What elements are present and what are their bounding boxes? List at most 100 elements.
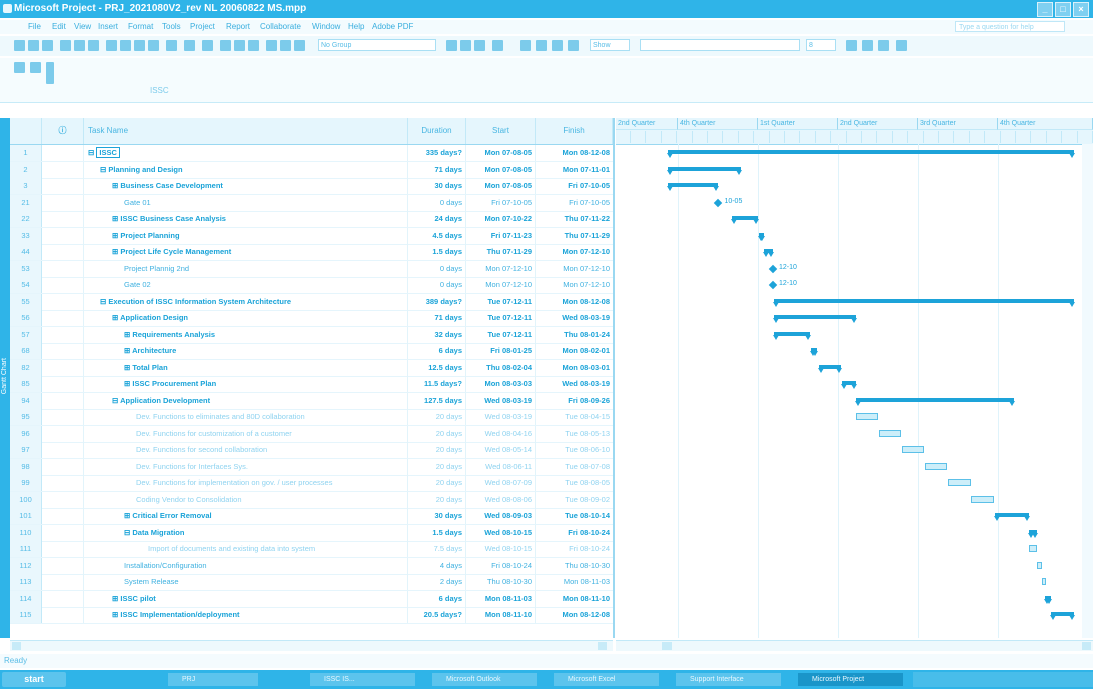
task-name-cell[interactable]: ⊟ ISSC [84, 145, 408, 161]
finish-cell[interactable]: Wed 08-03-19 [536, 310, 613, 326]
start-cell[interactable]: Mon 08-03-03 [466, 376, 536, 392]
duration-cell[interactable]: 24 days [408, 211, 466, 227]
scroll-left-icon[interactable] [12, 642, 21, 650]
taskbar-item[interactable]: ISSC IS... [310, 673, 415, 686]
column-header-id[interactable] [10, 118, 42, 144]
task-name-cell[interactable]: ⊞ ISSC Procurement Plan [84, 376, 408, 392]
row-id[interactable]: 113 [10, 574, 42, 590]
print-preview-icon[interactable] [74, 40, 85, 51]
save-icon[interactable] [42, 40, 53, 51]
row-id[interactable]: 112 [10, 557, 42, 574]
zoom-in-icon[interactable] [446, 40, 457, 51]
task-name-cell[interactable]: ⊞ Project Life Cycle Management [84, 244, 408, 260]
align-left-icon[interactable] [896, 40, 907, 51]
table-row[interactable]: 44 ⊞ Project Life Cycle Management 1.5 day… [10, 244, 613, 261]
scroll-right-icon[interactable] [598, 642, 607, 650]
finish-cell[interactable]: Tue 08-05-13 [536, 426, 613, 442]
taskbar-item[interactable]: Microsoft Outlook [432, 673, 537, 686]
expand-icon[interactable]: ⊞ [124, 346, 132, 355]
row-id[interactable]: 54 [10, 277, 42, 293]
table-row[interactable]: 115 ⊞ ISSC Implementation/deployment 20.5 … [10, 607, 613, 624]
scroll-right-icon[interactable] [1082, 642, 1091, 650]
toolbar-handle-icon[interactable] [46, 62, 54, 84]
table-row[interactable]: 3 ⊞ Business Case Development 30 days Mon 0… [10, 178, 613, 195]
duration-cell[interactable]: 389 days? [408, 293, 466, 310]
table-row[interactable]: 100 Coding Vendor to Consolidation 20 days… [10, 491, 613, 509]
start-cell[interactable]: Thu 07-11-29 [466, 244, 536, 260]
duration-cell[interactable]: 0 days [408, 194, 466, 211]
row-id[interactable]: 22 [10, 211, 42, 227]
start-cell[interactable]: Fri 08-10-24 [466, 557, 536, 574]
gantt-task-bar[interactable] [902, 446, 925, 453]
finish-cell[interactable]: Fri 08-10-24 [536, 541, 613, 557]
start-cell[interactable]: Wed 08-04-16 [466, 425, 536, 442]
menu-adobe-pdf[interactable]: Adobe PDF [372, 22, 413, 31]
hide-subtasks-icon[interactable] [568, 40, 579, 51]
table-row[interactable]: 110 ⊟ Data Migration 1.5 days Wed 08-10-15 F… [10, 524, 613, 542]
row-id[interactable]: 98 [10, 458, 42, 475]
duration-cell[interactable]: 7.5 days [408, 541, 466, 557]
milestone-marker[interactable] [714, 198, 723, 207]
table-row[interactable]: 95 Dev. Functions to eliminates and 80D c… [10, 409, 613, 426]
gantt-summary-bar[interactable] [772, 298, 1076, 307]
finish-cell[interactable]: Fri 07-10-05 [536, 195, 613, 211]
task-name-cell[interactable]: ⊞ Total Plan [84, 359, 408, 376]
start-cell[interactable]: Wed 08-03-19 [466, 392, 536, 409]
gantt-summary-bar[interactable] [993, 513, 1030, 521]
gantt-summary-bar[interactable] [667, 150, 1075, 158]
spelling-icon[interactable] [88, 40, 99, 51]
row-id[interactable]: 57 [10, 326, 42, 343]
minimize-button[interactable]: _ [1037, 2, 1053, 17]
finish-cell[interactable]: Thu 07-11-22 [536, 211, 613, 227]
duration-cell[interactable]: 0 days [408, 260, 466, 277]
row-id[interactable]: 44 [10, 244, 42, 260]
gantt-summary-bar[interactable] [1028, 529, 1039, 538]
duration-cell[interactable]: 127.5 days [408, 392, 466, 409]
menu-collaborate[interactable]: Collaborate [260, 22, 301, 31]
table-row[interactable]: 98 Dev. Functions for Interfaces Sys. 20 d… [10, 458, 613, 476]
start-cell[interactable]: Fri 07-11-23 [466, 227, 536, 244]
gantt-task-bar[interactable] [948, 479, 971, 486]
duration-cell[interactable]: 1.5 days [408, 524, 466, 541]
expand-icon[interactable]: ⊞ [112, 313, 120, 322]
table-row[interactable]: 2 ⊟ Planning and Design 71 days Mon 07-08-0… [10, 161, 613, 179]
link-tasks-icon[interactable] [220, 40, 231, 51]
duration-cell[interactable]: 4.5 days [408, 227, 466, 244]
start-cell[interactable]: Mon 08-11-10 [466, 607, 536, 623]
row-id[interactable]: 114 [10, 590, 42, 607]
start-cell[interactable]: Wed 08-09-03 [466, 508, 536, 524]
row-id[interactable]: 94 [10, 392, 42, 409]
duration-cell[interactable]: 6 days [408, 590, 466, 607]
table-row[interactable]: 33 ⊞ Project Planning 4.5 days Fri 07-11-23… [10, 227, 613, 245]
task-name-cell[interactable]: ⊞ ISSC pilot [84, 590, 408, 607]
gantt-summary-bar[interactable] [818, 364, 843, 373]
gantt-summary-bar[interactable] [841, 381, 857, 389]
taskbar-item[interactable]: PRJ [168, 673, 258, 686]
print-icon[interactable] [60, 40, 71, 51]
table-row[interactable]: 53 Project Plannig 2nd 0 days Mon 07-12-10 M… [10, 260, 613, 278]
gantt-task-bar[interactable] [1029, 545, 1037, 552]
start-cell[interactable]: Tue 07-12-11 [466, 293, 536, 310]
gantt-summary-bar[interactable] [762, 249, 775, 257]
taskbar-item[interactable]: Microsoft Excel [554, 673, 659, 686]
start-cell[interactable]: Thu 08-10-30 [466, 574, 536, 590]
finish-cell[interactable]: Mon 07-12-10 [536, 244, 613, 260]
assign-resources-icon[interactable] [294, 40, 305, 51]
row-id[interactable]: 55 [10, 293, 42, 310]
task-name-cell[interactable]: Project Plannig 2nd [84, 260, 408, 277]
collapse-icon[interactable]: ⊟ [112, 396, 120, 405]
start-cell[interactable]: Fri 08-01-25 [466, 343, 536, 359]
gantt-task-bar[interactable] [878, 429, 902, 437]
menu-help[interactable]: Help [348, 22, 364, 31]
start-cell[interactable]: Wed 08-06-11 [466, 458, 536, 475]
row-id[interactable]: 82 [10, 359, 42, 376]
column-header-task-name[interactable]: Task Name [84, 118, 408, 144]
task-name-cell[interactable]: ⊞ Critical Error Removal [84, 508, 408, 524]
table-row[interactable]: 85 ⊞ ISSC Procurement Plan 11.5 days? Mon 0… [10, 376, 613, 393]
task-name-cell[interactable]: System Release [84, 574, 408, 590]
milestone-marker[interactable] [768, 280, 778, 290]
scroll-to-task-icon[interactable] [474, 40, 485, 51]
resource-management-icon[interactable] [30, 62, 41, 73]
table-row[interactable]: 113 System Release 2 days Thu 08-10-30 Mon 0… [10, 574, 613, 591]
milestone-marker[interactable] [768, 264, 778, 273]
